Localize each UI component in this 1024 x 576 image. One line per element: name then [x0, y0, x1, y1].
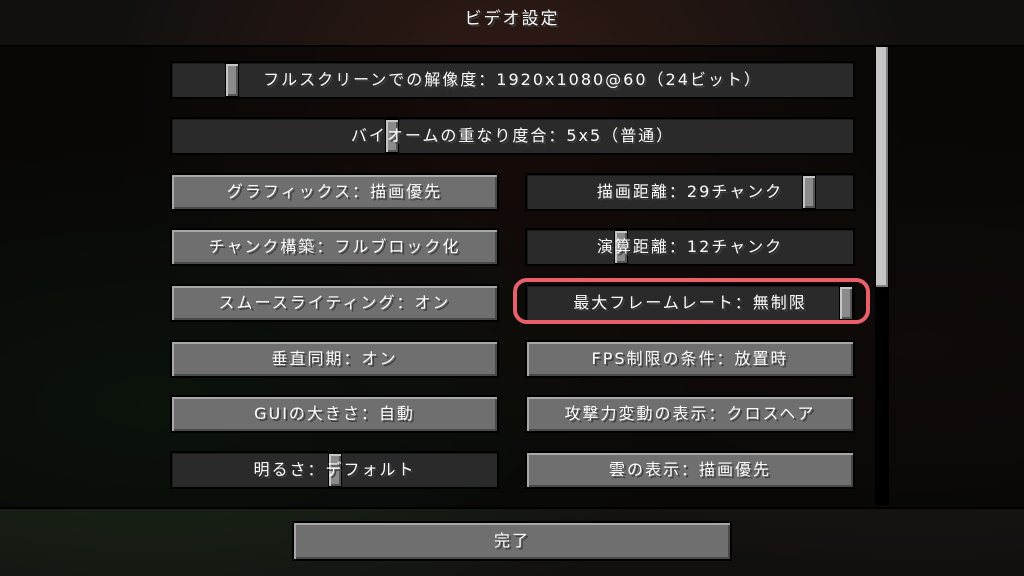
options-list — [0, 45, 1024, 509]
simulation-distance-label: 演算距離：12チャンク — [596, 237, 784, 256]
fps-limit-condition-button[interactable]: FPS制限の条件：放置時 — [525, 340, 855, 378]
render-distance-label: 描画距離：29チャンク — [596, 182, 784, 201]
clouds-button[interactable]: 雲の表示：描画優先 — [525, 451, 855, 489]
brightness-slider[interactable]: 明るさ：デフォルト — [170, 451, 499, 489]
chunk-builder-button[interactable]: チャンク構築：フルブロック化 — [170, 228, 499, 266]
slider-knob[interactable] — [225, 63, 239, 97]
max-framerate-slider[interactable]: 最大フレームレート：無制限 — [525, 284, 855, 322]
slider-knob[interactable] — [839, 286, 853, 320]
attack-indicator-button[interactable]: 攻撃力変動の表示：クロスヘア — [525, 395, 855, 433]
slider-knob[interactable] — [802, 175, 816, 209]
simulation-distance-slider[interactable]: 演算距離：12チャンク — [525, 228, 855, 266]
done-button[interactable]: 完了 — [292, 521, 732, 561]
scrollbar-thumb[interactable] — [876, 47, 888, 287]
brightness-label: 明るさ：デフォルト — [253, 460, 416, 479]
biome-blend-label: バイオームの重なり度合：5x5（普通） — [350, 126, 675, 145]
biome-blend-slider[interactable]: バイオームの重なり度合：5x5（普通） — [170, 117, 855, 155]
gui-scale-button[interactable]: GUIの大きさ：自動 — [170, 395, 499, 433]
resolution-label: フルスクリーンでの解像度：1920x1080@60（24ビット） — [263, 70, 762, 89]
max-framerate-label: 最大フレームレート：無制限 — [573, 293, 807, 312]
resolution-slider[interactable]: フルスクリーンでの解像度：1920x1080@60（24ビット） — [170, 61, 855, 99]
screen-title: ビデオ設定 — [464, 9, 560, 29]
smooth-lighting-button[interactable]: スムースライティング：オン — [170, 284, 499, 322]
render-distance-slider[interactable]: 描画距離：29チャンク — [525, 173, 855, 211]
vsync-button[interactable]: 垂直同期：オン — [170, 340, 499, 378]
graphics-button[interactable]: グラフィックス：描画優先 — [170, 173, 499, 211]
